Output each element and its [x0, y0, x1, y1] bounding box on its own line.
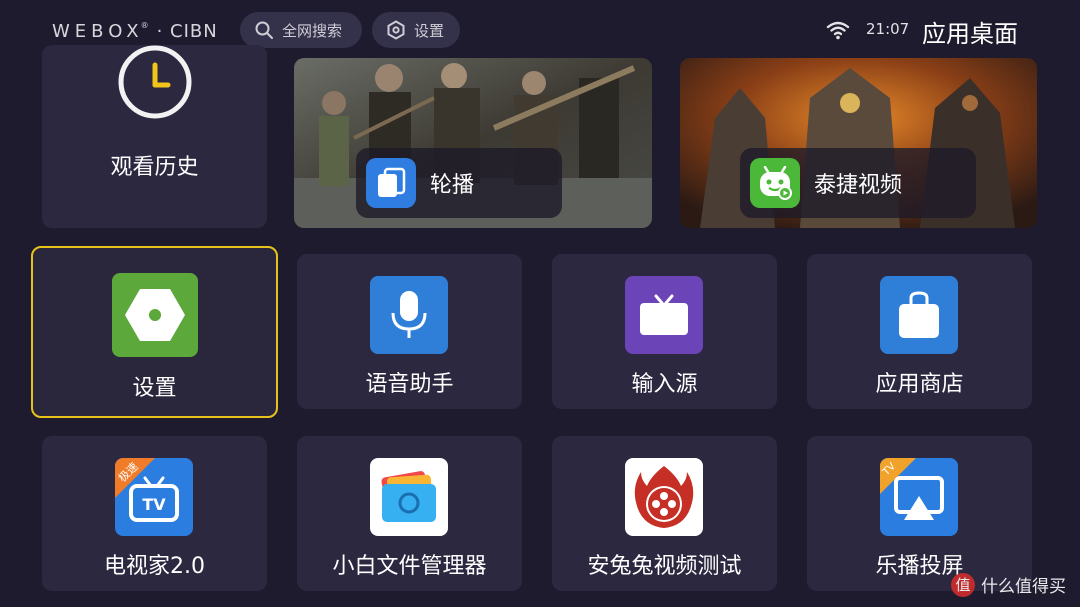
hexagon-settings-icon [112, 273, 198, 357]
watermark-text: 什么值得买 [981, 577, 1066, 597]
settings-label: 设置 [414, 21, 445, 40]
brand-logo: WEBOX ® · CIBN [52, 19, 218, 43]
app-label-voice-assistant: 语音助手 [365, 372, 454, 397]
wifi-icon [826, 21, 850, 40]
app-tile-input-source[interactable]: 输入源 [552, 254, 777, 409]
app-label-input-source: 输入源 [631, 372, 698, 397]
settings-hexagon-icon [387, 20, 405, 40]
tvjia-icon: TV 极速 [115, 458, 193, 536]
taijie-banner[interactable]: 泰捷视频 [680, 58, 1037, 228]
brand-name: WEBOX [52, 20, 144, 42]
search-button[interactable]: 全网搜索 [240, 12, 362, 48]
app-label-antutu-video: 安兔兔视频测试 [587, 554, 742, 579]
history-label: 观看历史 [110, 155, 199, 180]
app-label-settings: 设置 [132, 376, 177, 401]
app-label-tvjia: 电视家2.0 [104, 554, 205, 579]
app-tile-voice-assistant[interactable]: 语音助手 [297, 254, 522, 409]
app-tile-file-manager[interactable]: 小白文件管理器 [297, 436, 522, 591]
film-reel-icon [625, 458, 703, 536]
page-title: 应用桌面 [922, 20, 1018, 48]
tv-input-icon [625, 276, 703, 354]
history-tile[interactable]: 观看历史 [42, 45, 267, 228]
app-tile-app-store[interactable]: 应用商店 [807, 254, 1032, 409]
search-icon [255, 21, 273, 39]
settings-button[interactable]: 设置 [372, 12, 460, 48]
brand-registered-mark: ® [140, 20, 149, 30]
svg-text:TV: TV [142, 495, 166, 514]
clock: 21:07 [866, 20, 910, 38]
clock-history-icon [118, 45, 192, 119]
search-label: 全网搜索 [282, 21, 343, 40]
cast-icon: TV [880, 458, 958, 536]
folder-icon [370, 458, 448, 536]
app-tile-lebo-cast[interactable]: TV 乐播投屏 [807, 436, 1032, 591]
app-tile-settings[interactable]: 设置 [31, 246, 278, 418]
watermark: 值 什么值得买 [951, 572, 1066, 597]
carousel-icon [366, 158, 416, 208]
app-label-app-store: 应用商店 [875, 372, 964, 397]
carousel-banner[interactable]: 轮播 [294, 58, 652, 228]
taijie-caption: 泰捷视频 [740, 148, 976, 218]
app-label-file-manager: 小白文件管理器 [332, 554, 487, 579]
app-tile-tvjia[interactable]: TV 极速 电视家2.0 [42, 436, 267, 591]
brand-suffix: · CIBN [156, 20, 218, 42]
bag-icon [880, 276, 958, 354]
microphone-icon [370, 276, 448, 354]
carousel-label: 轮播 [430, 173, 475, 198]
taijie-robot-icon [750, 158, 800, 208]
taijie-label: 泰捷视频 [814, 173, 903, 198]
app-tile-antutu-video[interactable]: 安兔兔视频测试 [552, 436, 777, 591]
watermark-logo-icon: 值 [951, 572, 975, 597]
carousel-caption: 轮播 [356, 148, 562, 218]
